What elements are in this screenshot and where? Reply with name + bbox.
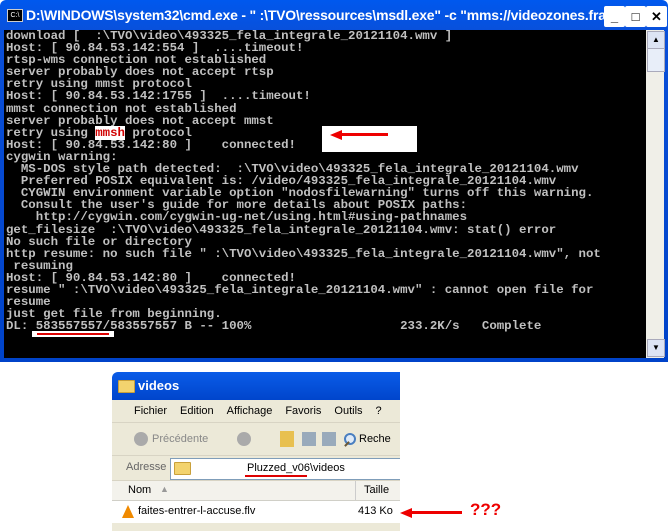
menu-item[interactable]: Outils <box>334 400 362 422</box>
folder-up-icon[interactable] <box>280 431 294 447</box>
menu-item[interactable]: Favoris <box>285 400 321 422</box>
back-button[interactable]: Précédente <box>152 423 208 455</box>
scroll-up-button[interactable]: ▲ <box>647 31 665 49</box>
explorer-title: videos <box>138 378 180 393</box>
address-value: Pluzzed_v06\videos <box>247 462 345 474</box>
menu-bar: Fichier Edition Affichage Favoris Outils? <box>112 400 400 423</box>
vertical-scrollbar[interactable]: ▲ ▼ <box>646 30 665 358</box>
console-line: resume " :\TVO\video\493325_fela_integra… <box>6 282 594 297</box>
console-line: get_filesize :\TVO\video\493325_fela_int… <box>6 222 557 237</box>
cmd-icon[interactable]: C:\ <box>7 9 23 22</box>
console-output[interactable]: download [ :\TVO\video\493325_fela_integ… <box>4 30 646 358</box>
folder-icon <box>174 462 191 475</box>
console-line: http resume: no such file " :\TVO\video\… <box>6 246 601 261</box>
forward-button[interactable] <box>237 432 251 446</box>
menu-item[interactable]: Edition <box>180 400 214 422</box>
close-button[interactable]: ✕ <box>646 6 667 27</box>
column-size[interactable]: Taille <box>364 484 389 496</box>
vlc-cone-icon <box>122 505 134 518</box>
console-line: mmst connection not established <box>6 101 237 116</box>
scroll-thumb[interactable] <box>647 48 665 72</box>
menu-item[interactable]: Affichage <box>227 400 273 422</box>
annotation-underline <box>245 475 307 477</box>
sort-ascending-icon: ▲ <box>160 484 169 494</box>
column-name[interactable]: Nom <box>128 484 151 496</box>
file-name: faites-entrer-l-accuse.flv <box>138 505 256 517</box>
file-row[interactable]: faites-entrer-l-accuse.flv 413 Ko <box>112 501 400 523</box>
minimize-button[interactable]: _ <box>604 6 625 27</box>
address-label: Adresse <box>126 461 167 473</box>
annotation-text: ??? <box>470 500 502 519</box>
address-input[interactable]: Pluzzed_v06\videos <box>170 458 400 480</box>
console-line: http://cygwin.com/cygwin-ug-net/using.ht… <box>6 210 468 225</box>
back-arrow-icon <box>134 432 148 446</box>
folder-icon <box>118 380 135 393</box>
move-to-icon[interactable] <box>302 432 316 446</box>
toolbar: Précédente Reche <box>112 423 400 456</box>
scroll-down-button[interactable]: ▼ <box>647 339 665 357</box>
search-label: Reche <box>359 433 391 445</box>
console-line: No such file or directory <box>6 234 192 249</box>
explorer-window: videos Fichier Edition Affichage Favoris Out… <box>112 372 400 531</box>
menu-item[interactable]: Fichier <box>134 400 167 422</box>
file-size: 413 Ko <box>358 505 393 517</box>
window-title: D:\WINDOWS\system32\cmd.exe - " :\TVO\re… <box>26 7 617 23</box>
menu-item[interactable]: ? <box>376 400 382 422</box>
delete-icon[interactable] <box>322 432 336 446</box>
maximize-button[interactable]: □ <box>625 6 646 27</box>
console-line: Host: [ 90.84.53.142:1755 ] ....timeout! <box>6 89 311 104</box>
annotation-underline <box>32 331 114 337</box>
